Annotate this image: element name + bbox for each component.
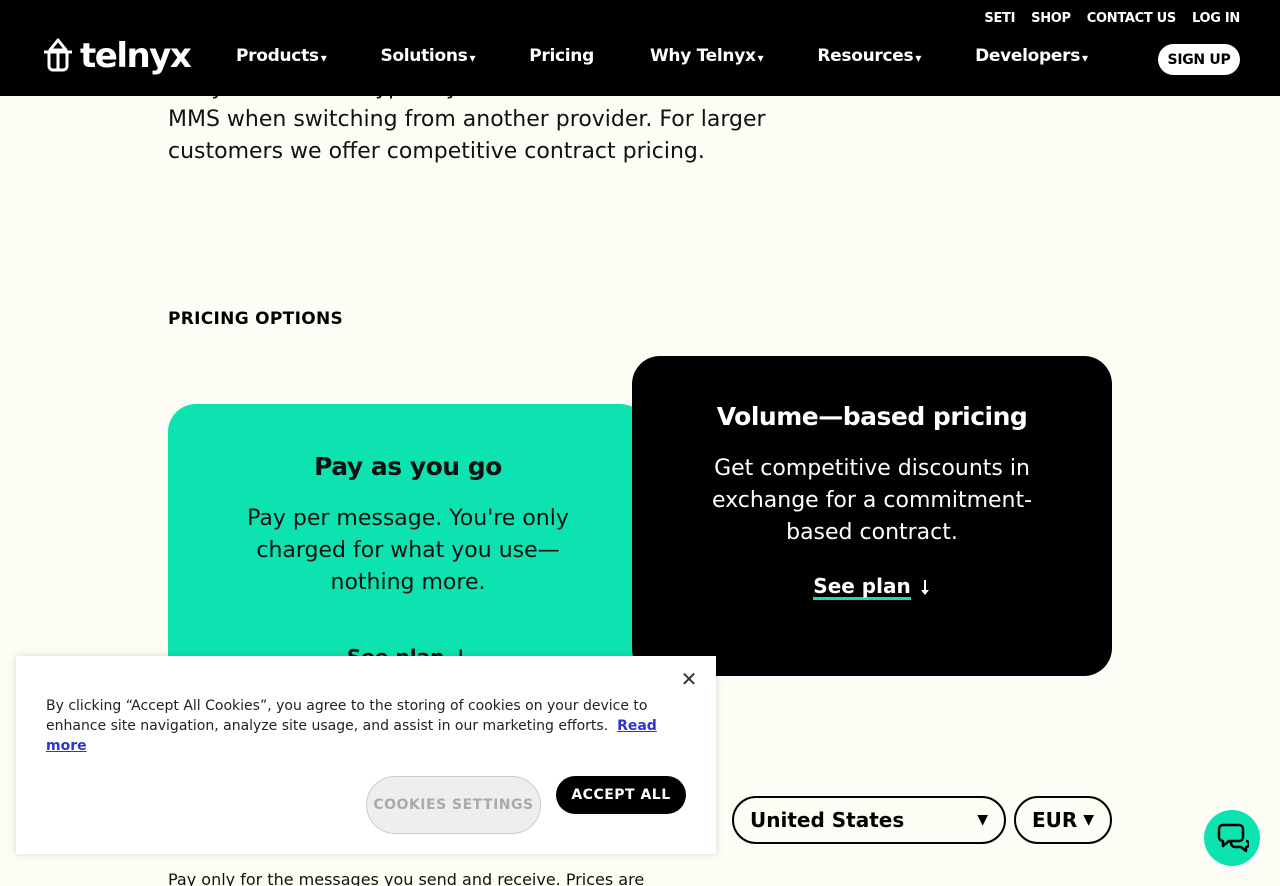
nav-why-telnyx[interactable]: Why Telnyx ▾ bbox=[649, 46, 764, 66]
chat-icon bbox=[1217, 823, 1249, 853]
telnyx-logo-icon bbox=[44, 38, 72, 72]
arrow-down-icon bbox=[920, 579, 929, 595]
volume-title: Volume—based pricing bbox=[716, 402, 1028, 431]
nav-products[interactable]: Products ▾ bbox=[236, 46, 327, 66]
payg-title: Pay as you go bbox=[314, 452, 502, 481]
country-value: United States bbox=[750, 808, 905, 832]
currency-value: EUR bbox=[1032, 808, 1078, 832]
cookie-message: By clicking “Accept All Cookies”, you ag… bbox=[46, 698, 648, 734]
nav-label: Products bbox=[236, 46, 319, 66]
nav-label: Resources bbox=[817, 46, 914, 66]
sign-up-button[interactable]: SIGN UP bbox=[1158, 44, 1240, 75]
country-select[interactable]: United States ▼ bbox=[732, 796, 1006, 844]
telnyx-logo[interactable]: telnyx bbox=[40, 36, 192, 76]
cookie-banner: ✕ By clicking “Accept All Cookies”, you … bbox=[16, 656, 716, 854]
caret-down-icon: ▾ bbox=[1082, 50, 1088, 65]
accept-all-button[interactable]: ACCEPT ALL bbox=[556, 776, 686, 814]
nav-developers[interactable]: Developers ▾ bbox=[975, 46, 1088, 66]
nav-label: Why Telnyx bbox=[649, 46, 756, 66]
volume-description: Get competitive discounts in exchange fo… bbox=[711, 456, 1033, 545]
util-link-login[interactable]: LOG IN bbox=[1192, 11, 1240, 26]
logo-wordmark: telnyx bbox=[80, 36, 192, 76]
payg-description: Pay per message. You're only charged for… bbox=[247, 506, 569, 595]
cookie-text: By clicking “Accept All Cookies”, you ag… bbox=[46, 696, 676, 756]
util-link-contact[interactable]: CONTACT US bbox=[1087, 11, 1177, 26]
nav-pricing[interactable]: Pricing bbox=[529, 46, 594, 66]
intro-line: customers we offer competitive contract … bbox=[168, 139, 705, 164]
nav-label: Solutions bbox=[380, 46, 468, 66]
caret-down-icon: ▾ bbox=[915, 50, 922, 65]
nav-resources[interactable]: Resources ▾ bbox=[817, 46, 921, 66]
caret-down-icon: ▾ bbox=[469, 50, 476, 65]
caret-down-icon: ▾ bbox=[320, 50, 327, 65]
volume-card: Volume—based pricing Get competitive dis… bbox=[632, 356, 1112, 676]
close-icon[interactable]: ✕ bbox=[676, 666, 702, 692]
util-link-seti[interactable]: SETI bbox=[984, 11, 1015, 26]
section-label: PRICING OPTIONS bbox=[168, 309, 344, 329]
pricing-note: Pay only for the messages you send and r… bbox=[168, 870, 645, 886]
nav-solutions[interactable]: Solutions ▾ bbox=[380, 46, 475, 66]
chevron-down-icon: ▼ bbox=[977, 812, 988, 828]
currency-select[interactable]: EUR ▼ bbox=[1014, 796, 1112, 844]
nav-label: Pricing bbox=[529, 46, 594, 66]
utility-nav: SETI SHOP CONTACT US LOG IN bbox=[984, 11, 1240, 26]
cta-label: See plan bbox=[813, 574, 911, 600]
main-nav: Products ▾ Solutions ▾ Pricing Why Telnyx ▾… bbox=[236, 46, 1088, 66]
nav-label: Developers bbox=[975, 46, 1081, 66]
chat-button[interactable] bbox=[1204, 810, 1260, 866]
chevron-down-icon: ▼ bbox=[1083, 812, 1094, 828]
caret-down-icon: ▾ bbox=[757, 50, 764, 65]
intro-line: MMS when switching from another provider… bbox=[168, 107, 766, 132]
util-link-shop[interactable]: SHOP bbox=[1031, 11, 1071, 26]
site-header: SETI SHOP CONTACT US LOG IN telnyx Produ… bbox=[0, 0, 1280, 96]
cookies-settings-button[interactable]: COOKIES SETTINGS bbox=[366, 776, 541, 834]
volume-see-plan-link[interactable]: See plan bbox=[813, 575, 930, 600]
